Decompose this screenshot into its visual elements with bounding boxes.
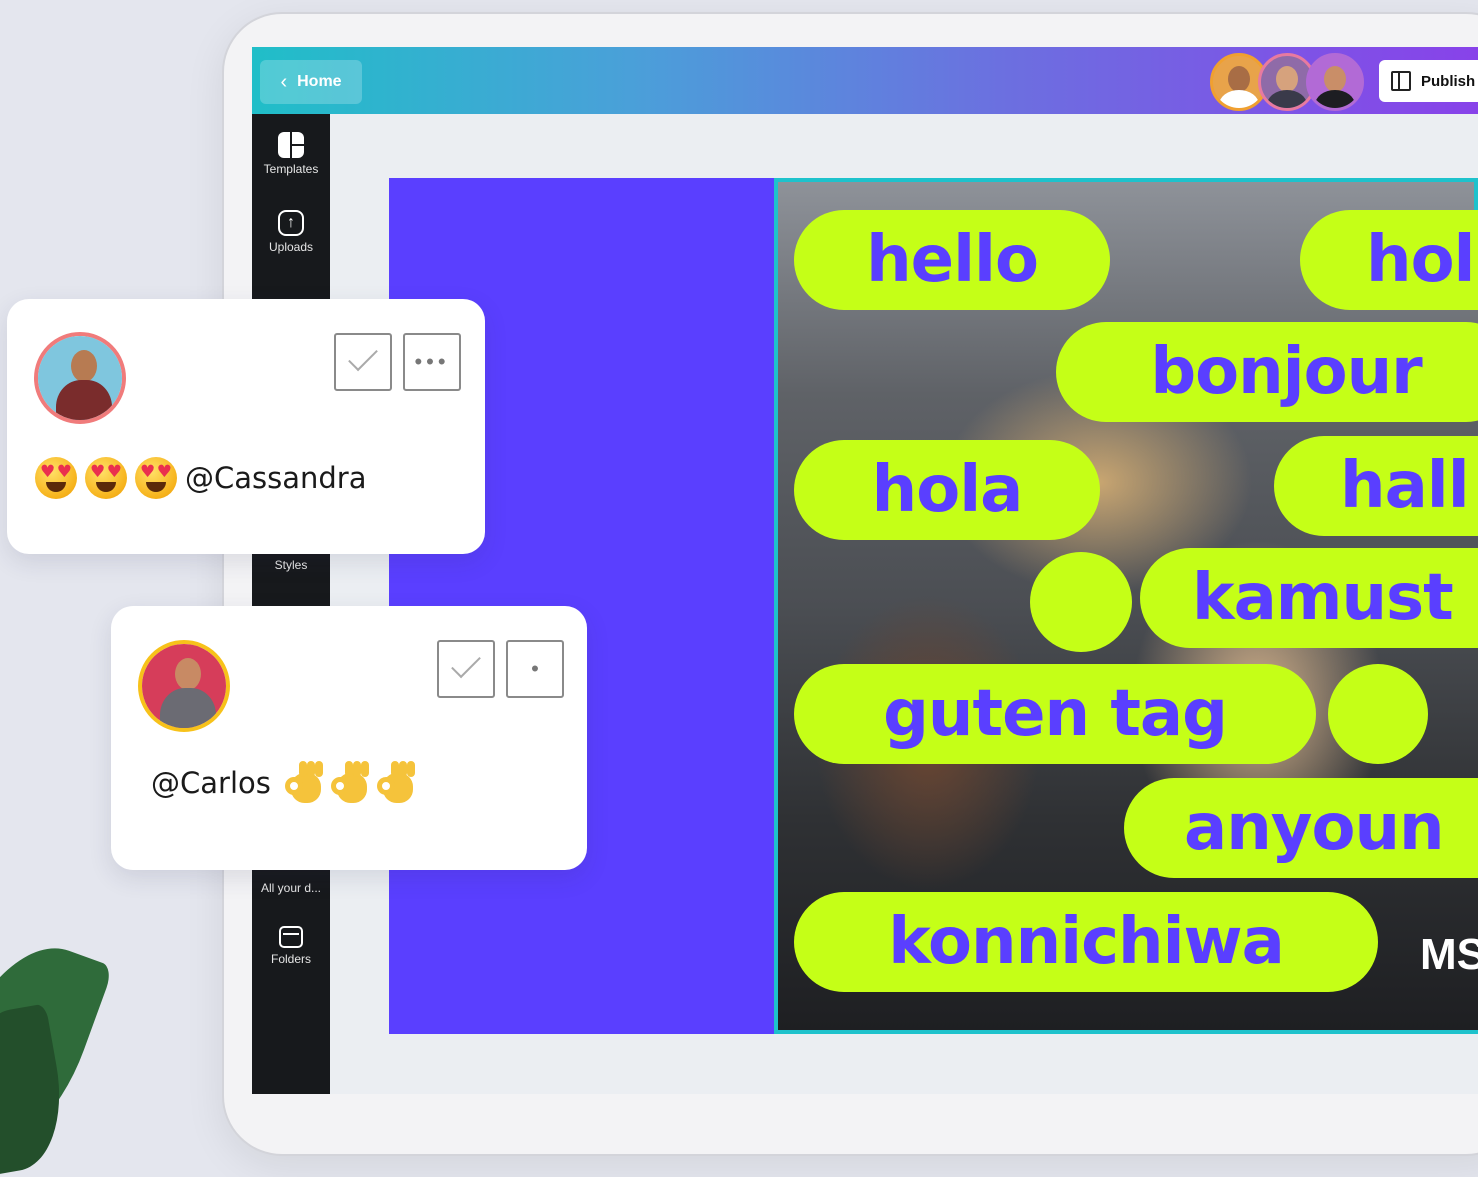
comment-card: • @Carlos: [111, 606, 587, 870]
sidebar-item-templates[interactable]: Templates: [252, 132, 330, 176]
greeting-pill: guten tag: [794, 664, 1316, 764]
greeting-pill: kamust: [1140, 548, 1478, 648]
sidebar-item-label: Uploads: [268, 240, 314, 254]
mention[interactable]: @Carlos: [151, 766, 271, 800]
mention[interactable]: @Cassandra: [185, 461, 367, 495]
greeting-pill: hol: [1300, 210, 1478, 310]
resolve-button[interactable]: [334, 333, 392, 391]
decorative-dot: [1030, 552, 1132, 652]
upload-icon: [278, 210, 304, 236]
sidebar-item-label: Folders: [270, 952, 311, 966]
sidebar-item-uploads[interactable]: Uploads: [252, 210, 330, 254]
sidebar-item-label: All your d...: [260, 881, 322, 895]
comment-card: ••• @Cassandra: [7, 299, 485, 554]
heart-eyes-emoji-icon: [135, 457, 177, 499]
greeting-pill: anyoun: [1124, 778, 1478, 878]
decorative-dot: [1328, 664, 1428, 764]
more-options-button[interactable]: •••: [403, 333, 461, 391]
more-dots-icon: •••: [414, 349, 450, 374]
sidebar-item-styles[interactable]: Styles: [252, 558, 330, 572]
more-options-button[interactable]: •: [506, 640, 564, 698]
layout-icon: [1391, 71, 1411, 91]
ok-hand-emoji-icon: [330, 761, 369, 805]
heart-eyes-emoji-icon: [85, 457, 127, 499]
user-avatar: [138, 640, 230, 732]
user-avatar: [34, 332, 126, 424]
brand-mark: MS: [1420, 930, 1478, 979]
greeting-pill: hola: [794, 440, 1100, 540]
heart-eyes-emoji-icon: [35, 457, 77, 499]
sidebar-item-all-designs[interactable]: All your d...: [252, 881, 330, 895]
sidebar-item-folders[interactable]: Folders: [252, 926, 330, 966]
sidebar-item-label: Styles: [274, 558, 308, 572]
check-icon: [348, 341, 378, 372]
templates-icon: [278, 132, 304, 158]
greeting-pill: hello: [794, 210, 1110, 310]
editor-screen: ‹ Home Publish Templates ↑ Uploads Style…: [252, 47, 1478, 1094]
sidebar-item-label: Templates: [263, 162, 319, 176]
collaborator-avatar[interactable]: [1306, 53, 1364, 111]
comment-body: @Cassandra: [35, 457, 367, 499]
ok-hand-emoji-icon: [284, 761, 323, 805]
design-photo-frame[interactable]: hello hol bonjour hola hall kamust guten…: [774, 178, 1478, 1034]
more-dots-icon: •: [531, 656, 539, 681]
resolve-button[interactable]: [437, 640, 495, 698]
editor-sidebar: Templates Uploads Styles All your d... F…: [252, 114, 330, 1094]
folder-icon: [279, 926, 303, 948]
greeting-pill: konnichiwa: [794, 892, 1378, 992]
home-button[interactable]: ‹ Home: [260, 60, 362, 104]
editor-topbar: ‹ Home Publish: [252, 47, 1478, 114]
ok-hand-emoji-icon: [376, 761, 415, 805]
publish-button[interactable]: Publish: [1379, 60, 1478, 102]
greeting-pill: bonjour: [1056, 322, 1478, 422]
publish-label: Publish: [1421, 72, 1476, 90]
comment-body: @Carlos: [151, 761, 423, 805]
home-label: Home: [297, 73, 342, 90]
check-icon: [451, 648, 481, 679]
chevron-left-icon: ‹: [280, 71, 288, 93]
greeting-pill: hall: [1274, 436, 1478, 536]
